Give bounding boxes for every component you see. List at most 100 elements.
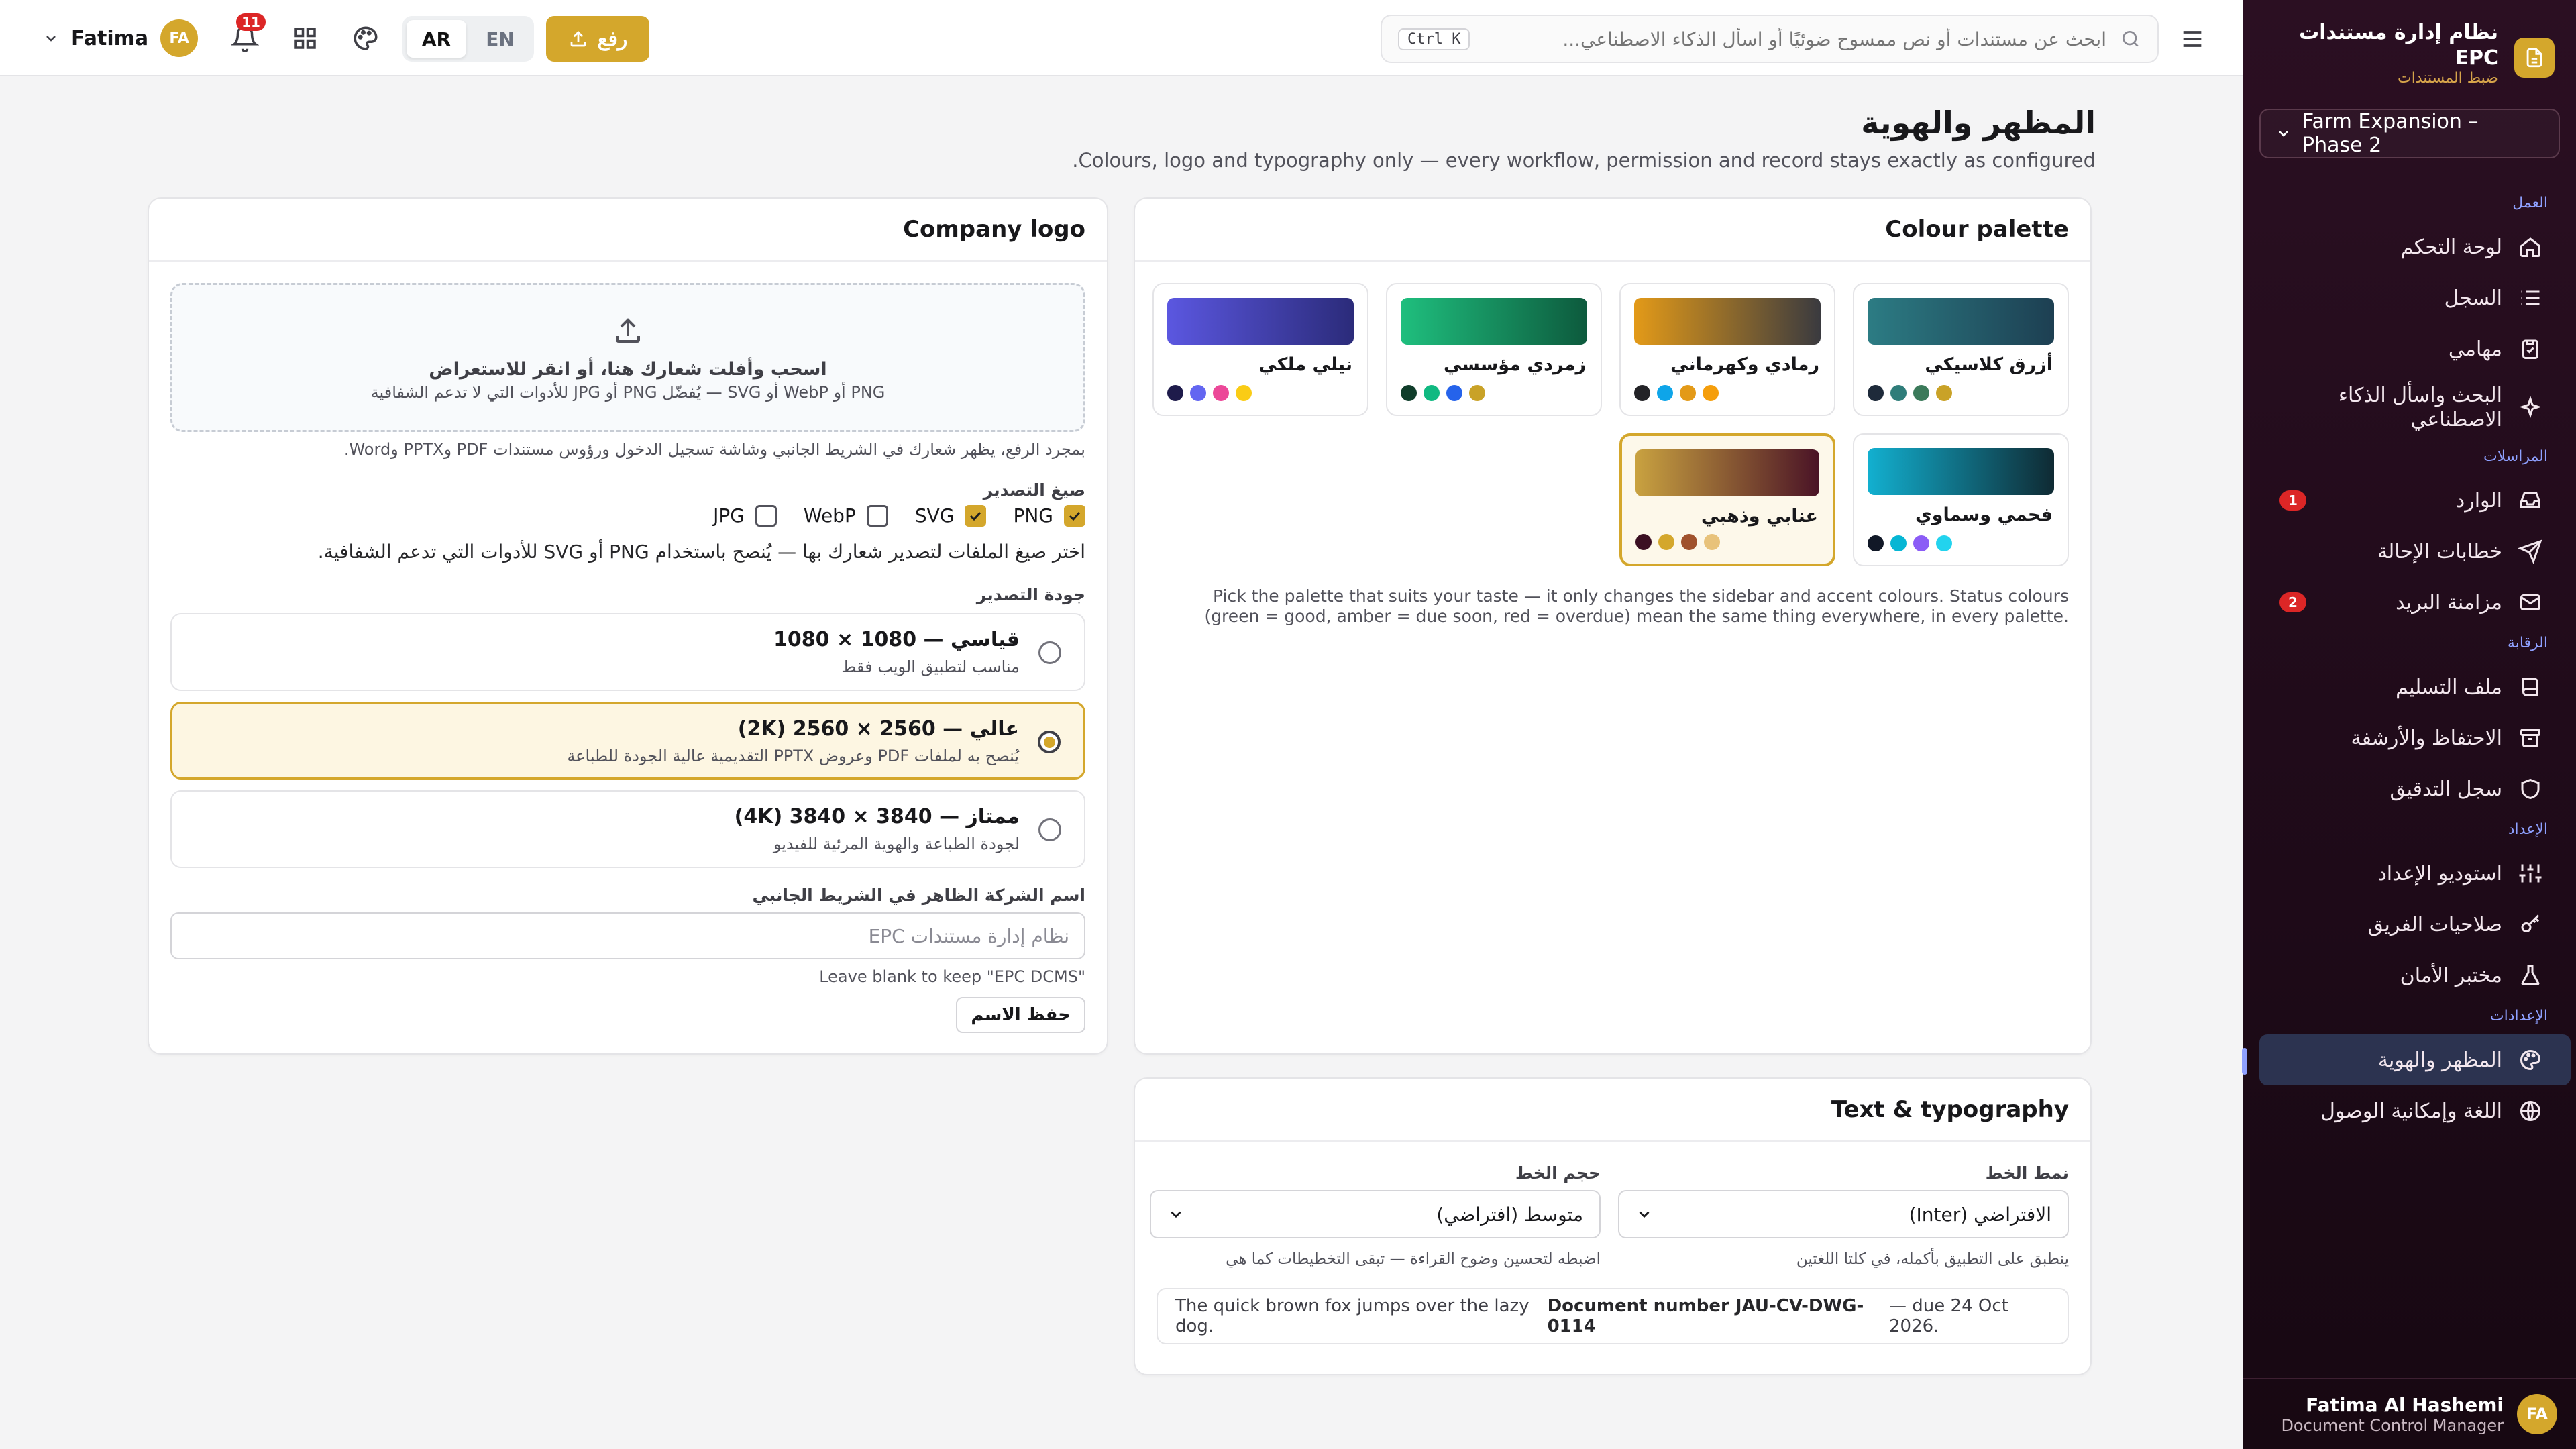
brand: نظام إدارة مستندات EPC ضبط المستندات xyxy=(2265,19,2555,93)
radio xyxy=(1038,641,1061,664)
color-dot xyxy=(1236,385,1252,401)
apps-grid-icon[interactable] xyxy=(291,24,319,52)
project-name: Farm Expansion – Phase 2 xyxy=(2302,110,2479,157)
sidebar-item-handover[interactable]: ملف التسليم xyxy=(2259,661,2571,712)
globe-icon xyxy=(2520,1101,2540,1121)
color-dot xyxy=(1424,385,1440,401)
sidebar-item-my-tasks[interactable]: مهامي xyxy=(2259,323,2571,374)
document-icon xyxy=(2514,38,2555,78)
check-icon xyxy=(1069,511,1081,521)
font-style-select[interactable]: الافتراضي (Inter) xyxy=(1618,1190,2069,1238)
font-style-hint: ينطبق على التطبيق بأكمله، في كلتا اللغتي… xyxy=(1796,1250,2069,1268)
sidebar-item-security-lab[interactable]: مختبر الأمان xyxy=(2259,950,2571,1001)
sidebar-item-retention[interactable]: الاحتفاظ والأرشفة xyxy=(2259,712,2571,763)
format-jpg-checkbox[interactable]: JPG xyxy=(713,504,777,527)
sidebar-item-search-ai[interactable]: البحث واسأل الذكاء الاصطناعي xyxy=(2259,374,2571,441)
sidebar-item-dashboard[interactable]: لوحة التحكم xyxy=(2259,221,2571,272)
brand-title: نظام إدارة مستندات EPC xyxy=(2299,21,2498,70)
logo-usage-note: بمجرد الرفع، يظهر شعارك في الشريط الجانب… xyxy=(343,440,1085,459)
color-dot xyxy=(1635,534,1652,550)
menu-icon[interactable] xyxy=(2179,25,2206,52)
quality-premium-option[interactable]: ممتاز — 3840 × 3840 (4K) لجودة الطباعة و… xyxy=(170,790,1085,868)
swatch-name: رمادي وكهرماني xyxy=(1670,354,1819,375)
selected-value: متوسط (افتراضي) xyxy=(1436,1203,1583,1226)
check-icon xyxy=(970,511,981,521)
preview-suffix: — due 24 Oct 2026. xyxy=(1889,1296,2008,1336)
sidebar-item-setup-studio[interactable]: استوديو الإعداد xyxy=(2259,848,2571,899)
swatch-preview xyxy=(1868,448,2054,495)
colour-palette-card: Colour palette أزرق كلاسيكي رمادي وكهرما… xyxy=(1134,197,2092,1055)
search-input[interactable] xyxy=(1483,28,2106,50)
sidebar-item-inbox[interactable]: الوارد 1 xyxy=(2259,475,2571,526)
sidebar-item-transmittals[interactable]: خطابات الإحالة xyxy=(2259,526,2571,577)
topbar: Ctrl K رفع AR EN 11 Fatima FA xyxy=(0,0,2243,76)
color-dot xyxy=(1190,385,1206,401)
color-dot xyxy=(1704,534,1720,550)
swatch-charcoal-sky[interactable]: فحمي وسماوي xyxy=(1853,433,2069,566)
swatch-corporate-emerald[interactable]: زمردي مؤسسي xyxy=(1386,283,1602,416)
chevron-down-icon xyxy=(2279,131,2288,137)
flask-icon xyxy=(2521,965,2540,985)
search-bar: Ctrl K xyxy=(1381,15,2159,63)
company-name-label: اسم الشركة الظاهر في الشريط الجانبي xyxy=(752,885,1085,905)
color-dot xyxy=(1634,385,1650,401)
search-icon xyxy=(2123,31,2139,47)
lang-ar-option[interactable]: AR xyxy=(407,20,466,58)
color-dot xyxy=(1890,535,1907,551)
export-quality-label: جودة التصدير xyxy=(976,585,1085,604)
sidebar-item-mail-sync[interactable]: مزامنة البريد 2 xyxy=(2259,577,2571,628)
sidebar-item-label: لوحة التحكم xyxy=(2400,235,2502,259)
swatch-burgundy-gold[interactable]: عنابي وذهبي xyxy=(1619,433,1835,566)
company-name-input[interactable] xyxy=(170,912,1085,959)
option-subtitle: مناسب لتطبيق الويب فقط xyxy=(841,657,1020,676)
shield-icon xyxy=(2521,778,2540,800)
option-subtitle: لجودة الطباعة والهوية المرئية للفيديو xyxy=(773,835,1020,853)
project-selector[interactable]: Farm Expansion – Phase 2 xyxy=(2259,109,2560,158)
mail-icon xyxy=(2520,594,2540,610)
page-title: المظهر والهوية xyxy=(1861,105,2096,141)
upload-button[interactable]: رفع xyxy=(546,16,649,62)
swatch-classic-blue[interactable]: أزرق كلاسيكي xyxy=(1853,283,2069,416)
sidebar-item-appearance[interactable]: المظهر والهوية xyxy=(2242,1034,2571,1085)
sidebar-item-language[interactable]: اللغة وإمكانية الوصول xyxy=(2259,1085,2571,1136)
sidebar-item-team-permissions[interactable]: صلاحيات الفريق xyxy=(2259,899,2571,950)
user-name: Fatima Al Hashemi xyxy=(2306,1393,2504,1416)
color-dot xyxy=(1469,385,1485,401)
sparkle-icon xyxy=(2519,396,2542,419)
save-name-button[interactable]: حفظ الاسم xyxy=(956,997,1085,1033)
radio xyxy=(1038,731,1061,753)
quality-high-option[interactable]: عالي — 2560 × 2560 (2K) يُنصح به لملفات … xyxy=(170,702,1085,780)
checkbox xyxy=(866,504,888,527)
font-size-select[interactable]: متوسط (افتراضي) xyxy=(1150,1190,1601,1238)
logo-dropzone[interactable]: اسحب وأفلت شعارك هنا، أو انقر للاستعراض … xyxy=(170,283,1085,432)
format-png-checkbox[interactable]: PNG xyxy=(1013,504,1085,527)
format-svg-checkbox[interactable]: SVG xyxy=(915,504,987,527)
user-profile[interactable]: FA Fatima Al Hashemi Document Control Ma… xyxy=(2243,1378,2576,1449)
mail-sync-count-badge: 2 xyxy=(2279,592,2306,612)
swatch-preview xyxy=(1167,298,1354,345)
color-dot xyxy=(1890,385,1907,401)
color-dot xyxy=(1868,535,1884,551)
sidebar-item-label: صلاحيات الفريق xyxy=(2367,912,2502,936)
palette-icon[interactable] xyxy=(352,24,380,52)
color-dot xyxy=(1868,385,1884,401)
swatch-royal-indigo[interactable]: نيلي ملكي xyxy=(1152,283,1368,416)
option-subtitle: يُنصح به لملفات PDF وعروض PPTX التقديمية… xyxy=(567,747,1019,765)
quality-standard-option[interactable]: قياسي — 1080 × 1080 مناسب لتطبيق الويب ف… xyxy=(170,613,1085,691)
swatch-grey-amber[interactable]: رمادي وكهرماني xyxy=(1619,283,1835,416)
sidebar-item-register[interactable]: السجل xyxy=(2259,272,2571,323)
swatch-preview xyxy=(1868,298,2054,345)
user-menu[interactable]: Fatima FA xyxy=(43,17,199,59)
checkbox xyxy=(1064,504,1085,527)
color-dot xyxy=(1658,534,1674,550)
format-label: JPG xyxy=(713,504,745,527)
swatch-dots xyxy=(1167,385,1252,401)
typography-card: Text & typography نمط الخط الافتراضي (In… xyxy=(1134,1077,2092,1375)
format-webp-checkbox[interactable]: WebP xyxy=(804,504,888,527)
dropzone-title: اسحب وأفلت شعارك هنا، أو انقر للاستعراض xyxy=(429,359,827,380)
key-icon xyxy=(2521,914,2540,932)
sidebar-item-audit-log[interactable]: سجل التدقيق xyxy=(2259,763,2571,814)
swatch-name: زمردي مؤسسي xyxy=(1443,354,1586,375)
lang-en-option[interactable]: EN xyxy=(470,20,530,58)
sidebar-item-label: الاحتفاظ والأرشفة xyxy=(2351,726,2502,750)
